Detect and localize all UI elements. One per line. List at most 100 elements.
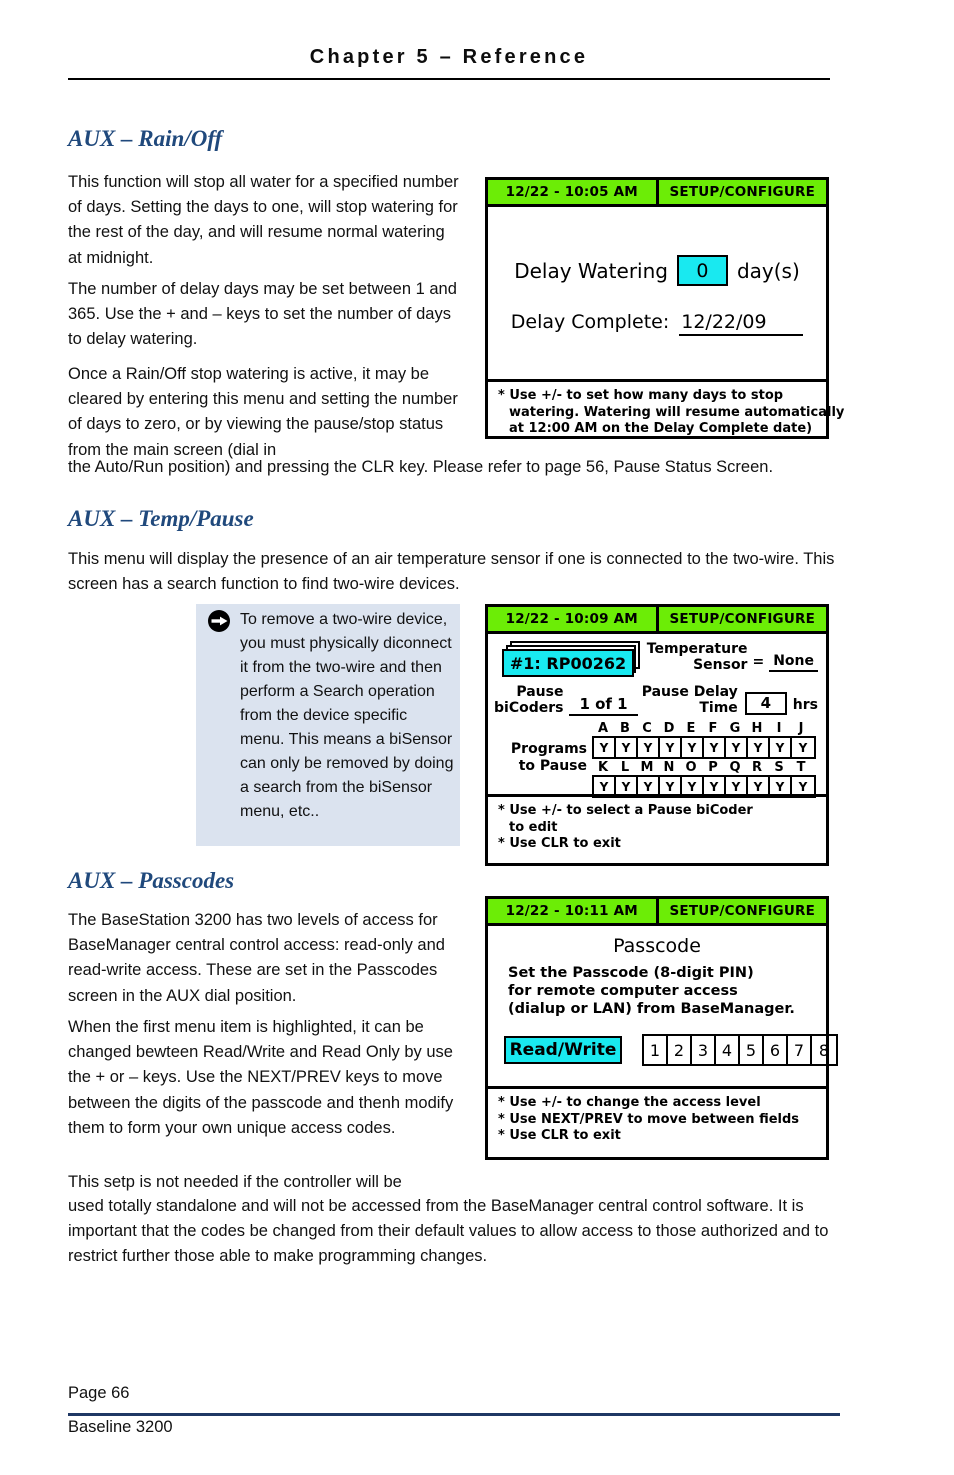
program-letter-8: S	[774, 760, 784, 775]
passcode-fields-row: Read/Write 12345678	[504, 1034, 838, 1066]
lcd-body: Delay Watering 0 day(s) Delay Complete: …	[488, 207, 826, 379]
lcd-datetime: 12/22 - 10:09 AM	[488, 607, 659, 631]
program-cell-1[interactable]: Y	[616, 738, 638, 757]
programs-label-line2: to Pause	[518, 758, 587, 774]
bicoder-selected-field[interactable]: #1: RP00262	[502, 649, 634, 677]
lcd-datetime: 12/22 - 10:05 AM	[488, 180, 659, 204]
passcode-digit-0[interactable]: 1	[644, 1036, 668, 1064]
programs-row1-cells[interactable]: YYYYYYYYYY	[592, 736, 816, 759]
passcode-digit-3[interactable]: 4	[716, 1036, 740, 1064]
programs-row2-cells[interactable]: YYYYYYYYYY	[592, 775, 816, 798]
program-cell-3[interactable]: Y	[660, 777, 682, 796]
passcode-digit-7[interactable]: 8	[812, 1036, 836, 1064]
paragraph-rain-off-1: This function will stop all water for a …	[68, 173, 459, 267]
program-cell-7[interactable]: Y	[748, 777, 770, 796]
passcode-description: Set the Passcode (8-digit PIN) for remot…	[508, 964, 795, 1018]
program-letter-7: R	[751, 760, 762, 775]
lcd-screenshot-passcodes: 12/22 - 10:11 AM SETUP/CONFIGURE Passcod…	[485, 896, 838, 1160]
arrow-circle-icon	[206, 608, 232, 634]
temperature-sensor-label-line1: Temperature	[646, 641, 748, 657]
programs-to-pause-row: Programs to Pause ABCDEFGHIJ YYYYYYYYYY …	[488, 722, 826, 798]
access-level-field[interactable]: Read/Write	[504, 1036, 622, 1064]
lcd-datetime: 12/22 - 10:11 AM	[488, 899, 659, 923]
passcode-desc-line1: Set the Passcode (8-digit PIN)	[508, 965, 754, 981]
lcd-help-line-1: * Use +/- to change the access level	[498, 1095, 761, 1110]
note-text: To remove a two-wire device, you must ph…	[240, 611, 454, 820]
program-cell-0[interactable]: Y	[594, 738, 616, 757]
passcode-desc-line3: (dialup or LAN) from BaseManager.	[508, 1001, 795, 1017]
program-letter-5: F	[708, 721, 718, 736]
program-cell-9[interactable]: Y	[792, 738, 814, 757]
program-cell-2[interactable]: Y	[638, 738, 660, 757]
program-letter-9: T	[796, 760, 806, 775]
temperature-sensor-value: None	[769, 653, 818, 672]
program-cell-9[interactable]: Y	[792, 777, 814, 796]
pause-bicoders-group: Pause biCoders 1 of 1	[494, 684, 638, 716]
program-cell-7[interactable]: Y	[748, 738, 770, 757]
passcode-digit-6[interactable]: 7	[788, 1036, 812, 1064]
lcd-help-line-1: * Use +/- to set how many days to stop	[498, 388, 784, 403]
passcode-digit-4[interactable]: 5	[740, 1036, 764, 1064]
chapter-header: Chapter 5 – Reference	[309, 46, 589, 68]
paragraph-temp-pause-1: This menu will display the presence of a…	[68, 550, 835, 594]
pause-bicoders-value: 1 of 1	[569, 695, 638, 716]
program-cell-1[interactable]: Y	[616, 777, 638, 796]
lcd-titlebar: 12/22 - 10:09 AM SETUP/CONFIGURE	[488, 607, 826, 634]
program-cell-4[interactable]: Y	[682, 738, 704, 757]
bicoder-card-stack[interactable]: #1: RP00262	[502, 641, 642, 679]
program-letter-1: B	[620, 721, 630, 736]
program-letter-1: L	[620, 760, 630, 775]
lcd-mode-label: SETUP/CONFIGURE	[669, 184, 816, 200]
footer-page-number: Page 66	[68, 1384, 130, 1402]
program-letter-2: M	[640, 760, 654, 775]
passcode-digit-5[interactable]: 6	[764, 1036, 788, 1064]
program-letter-0: K	[597, 760, 609, 775]
passcode-digit-2[interactable]: 3	[692, 1036, 716, 1064]
pause-delay-group: Pause Delay Time 4 hrs	[642, 684, 818, 716]
program-cell-6[interactable]: Y	[726, 738, 748, 757]
program-cell-2[interactable]: Y	[638, 777, 660, 796]
programs-grid: ABCDEFGHIJ YYYYYYYYYY KLMNOPQRST YYYYYYY…	[592, 722, 816, 798]
passcode-desc-line2: for remote computer access	[508, 983, 738, 999]
lcd-mode-label: SETUP/CONFIGURE	[669, 611, 816, 627]
lcd-screenshot-rain-off: 12/22 - 10:05 AM SETUP/CONFIGURE Delay W…	[485, 177, 844, 439]
paragraph-rain-off-4: the Auto/Run position) and pressing the …	[68, 458, 774, 476]
program-letter-6: Q	[729, 760, 741, 775]
lcd-titlebar: 12/22 - 10:05 AM SETUP/CONFIGURE	[488, 180, 826, 207]
passcode-digit-1[interactable]: 2	[668, 1036, 692, 1064]
delay-watering-units: day(s)	[736, 258, 800, 283]
paragraph-rain-off-2: The number of delay days may be set betw…	[68, 280, 457, 349]
lcd-help-line-2: watering. Watering will resume automatic…	[509, 404, 845, 420]
program-cell-5[interactable]: Y	[704, 777, 726, 796]
program-letter-5: P	[708, 760, 718, 775]
lcd-help-line-1: * Use +/- to select a Pause biCoder	[498, 803, 753, 818]
programs-to-pause-label: Programs to Pause	[488, 722, 592, 775]
heading-aux-rain-off: AUX – Rain/Off	[68, 126, 223, 151]
program-cell-0[interactable]: Y	[594, 777, 616, 796]
footer-product-name: Baseline 3200	[68, 1418, 173, 1436]
program-letter-4: O	[685, 760, 697, 775]
delay-complete-value: 12/22/09	[679, 311, 804, 336]
lcd-help-footer: * Use +/- to set how many days to stop w…	[488, 379, 845, 444]
program-cell-5[interactable]: Y	[704, 738, 726, 757]
programs-row1-letters: ABCDEFGHI J	[592, 722, 816, 736]
program-letter-7: H	[751, 721, 763, 736]
temperature-sensor-group: Temperature Sensor = None	[647, 641, 818, 673]
program-letter-2: C	[642, 721, 652, 736]
heading-aux-passcodes: AUX – Passcodes	[68, 868, 235, 893]
program-cell-3[interactable]: Y	[660, 738, 682, 757]
pause-delay-label-line1: Pause Delay	[641, 684, 738, 700]
program-cell-8[interactable]: Y	[770, 777, 792, 796]
program-cell-6[interactable]: Y	[726, 777, 748, 796]
program-letter-3: N	[663, 760, 675, 775]
delay-watering-row: Delay Watering 0 day(s)	[488, 255, 826, 286]
note-callout: To remove a two-wire device, you must ph…	[196, 604, 460, 846]
temperature-sensor-label-line2: Sensor	[693, 657, 748, 673]
pause-delay-label: Pause Delay Time	[642, 684, 738, 716]
passcode-digit-boxes[interactable]: 12345678	[642, 1034, 838, 1066]
program-letter-8: I	[776, 721, 782, 736]
program-cell-8[interactable]: Y	[770, 738, 792, 757]
pause-delay-field[interactable]: 4	[744, 691, 787, 715]
program-cell-4[interactable]: Y	[682, 777, 704, 796]
delay-watering-field[interactable]: 0	[676, 255, 728, 286]
